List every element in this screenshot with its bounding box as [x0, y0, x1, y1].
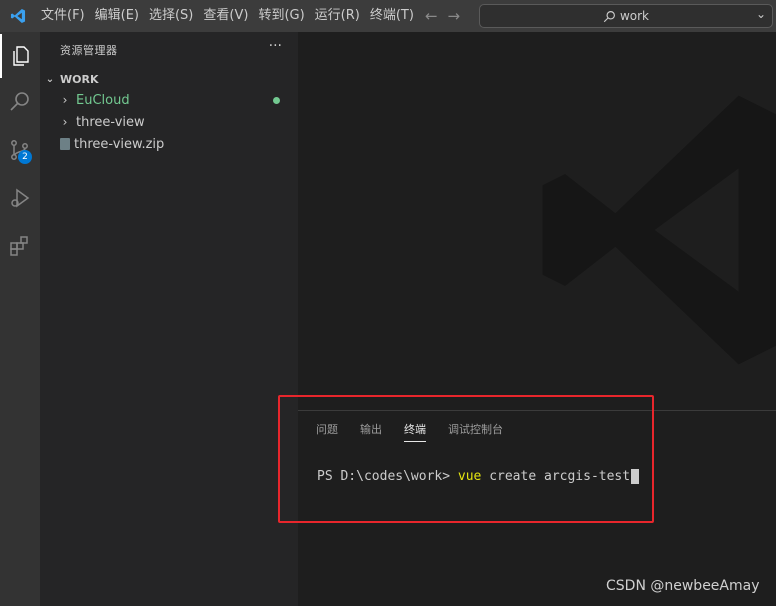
menu-edit[interactable]: 编辑(E): [90, 0, 144, 32]
watermark-credit: CSDN @newbeeAmay: [606, 578, 760, 594]
menu-run[interactable]: 运行(R): [310, 0, 365, 32]
chevron-right-icon: ›: [62, 115, 68, 129]
menu-file[interactable]: 文件(F): [36, 0, 90, 32]
search-icon: [603, 10, 615, 22]
search-icon[interactable]: [0, 80, 40, 124]
menu-selection[interactable]: 选择(S): [144, 0, 198, 32]
terminal-line[interactable]: PS D:\codes\work> vue create arcgis-test: [317, 469, 640, 484]
terminal-cursor: [631, 469, 640, 484]
explorer-icon[interactable]: [0, 34, 40, 78]
editor-area: [298, 32, 776, 410]
terminal-command-keyword: vue: [457, 469, 482, 484]
tab-output[interactable]: 输出: [360, 421, 382, 442]
workspace-name: WORK: [60, 72, 99, 86]
tab-terminal[interactable]: 终端: [404, 421, 426, 442]
workspace-header[interactable]: ⌄ WORK: [40, 68, 298, 90]
explorer-sidebar: 资源管理器 ··· ⌄ WORK › EuCloud › three-view …: [40, 32, 298, 606]
terminal-prompt: PS D:\codes\work>: [317, 469, 458, 484]
menu-terminal[interactable]: 终端(T): [365, 0, 419, 32]
tree-item-three-view[interactable]: › three-view: [40, 111, 298, 133]
arrow-right-icon[interactable]: →: [448, 7, 461, 25]
tab-debug-console[interactable]: 调试控制台: [448, 421, 503, 442]
chevron-right-icon: ›: [62, 93, 68, 107]
chevron-down-icon[interactable]: ⌄: [756, 7, 766, 21]
menu-view[interactable]: 查看(V): [198, 0, 253, 32]
modified-dot-icon: [273, 97, 280, 104]
arrow-left-icon[interactable]: ←: [425, 7, 438, 25]
tree-item-three-view-zip[interactable]: three-view.zip: [40, 133, 298, 155]
zip-file-icon: [60, 138, 70, 150]
run-debug-icon[interactable]: [0, 176, 40, 220]
title-bar: 文件(F) 编辑(E) 选择(S) 查看(V) 转到(G) 运行(R) 终端(T…: [0, 0, 776, 32]
tree-item-eucloud[interactable]: › EuCloud: [40, 89, 298, 111]
menu-go[interactable]: 转到(G): [253, 0, 309, 32]
activity-bar: 2: [0, 32, 40, 606]
vscode-watermark-icon: [542, 95, 776, 365]
search-text: work: [619, 9, 650, 23]
panel-tabs: 问题 输出 终端 调试控制台: [316, 421, 503, 442]
source-control-icon[interactable]: 2: [0, 128, 40, 172]
scm-badge: 2: [18, 150, 32, 164]
terminal-command-args: create arcgis-test: [481, 469, 631, 484]
sidebar-title: 资源管理器: [60, 44, 118, 57]
tab-problems[interactable]: 问题: [316, 421, 338, 442]
tree-item-label: three-view.zip: [74, 136, 165, 152]
more-actions-icon[interactable]: ···: [269, 38, 282, 54]
command-center-search[interactable]: work ⌄: [479, 4, 773, 28]
tree-item-label: three-view: [76, 114, 145, 130]
bottom-panel: 问题 输出 终端 调试控制台 PS D:\codes\work> vue cre…: [298, 410, 776, 606]
extensions-icon[interactable]: [0, 224, 40, 268]
chevron-down-icon: ⌄: [45, 73, 55, 85]
vscode-logo-icon: [0, 0, 36, 32]
tree-item-label: EuCloud: [76, 92, 130, 108]
